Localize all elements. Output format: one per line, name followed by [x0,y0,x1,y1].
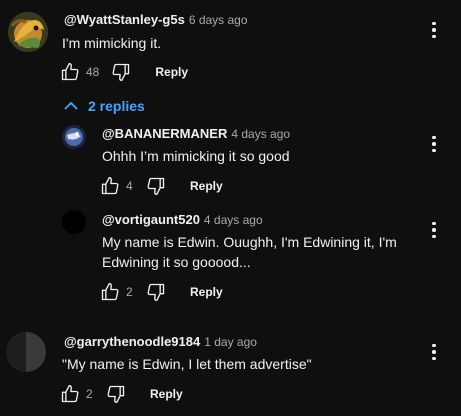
like-button[interactable] [98,280,122,304]
reply-text: Ohhh I’m mimicking it so good [102,148,290,164]
reply-button[interactable]: Reply [150,387,183,401]
replies-count-label: 2 replies [88,98,145,114]
comment-author[interactable]: @WyattStanley-g5s [64,12,185,27]
reply-time[interactable]: 4 days ago [231,127,290,141]
reply-header: @vortigaunt520 4 days ago [102,212,263,227]
comment-actions: 48 Reply [58,60,188,84]
comment-time[interactable]: 6 days ago [189,13,248,27]
replies-toggle-button[interactable]: 2 replies [64,95,145,117]
reply-actions: 4 Reply [98,174,223,198]
dislike-button[interactable] [104,382,128,406]
avatar[interactable] [6,332,46,372]
chevron-up-icon [64,101,78,110]
comment-actions: 2 Reply [58,382,183,406]
comment-text: I'm mimicking it. [62,35,162,51]
lizard-avatar-icon [8,12,48,52]
avatar[interactable] [62,210,86,234]
reply-time[interactable]: 4 days ago [204,213,263,227]
reply-text-line-2: Edwining it so gooood... [102,254,251,270]
reply-header: @BANANERMANER 4 days ago [102,126,290,141]
like-count: 4 [126,179,133,193]
dislike-button[interactable] [109,60,133,84]
comment-author[interactable]: @garrythenoodle9184 [64,334,200,349]
like-count: 2 [126,285,133,299]
avatar[interactable] [8,12,48,52]
like-count: 2 [86,387,93,401]
thumbs-up-icon [61,385,79,403]
reply-button[interactable]: Reply [190,285,223,299]
globe-avatar-icon [62,125,86,149]
comment-header: @WyattStanley-g5s 6 days ago [64,12,248,27]
like-count: 48 [86,65,100,79]
reply-text-line-1: My name is Edwin. Ouughh, I'm Edwining i… [102,234,397,250]
more-actions-icon[interactable] [422,218,446,242]
reply-actions: 2 Reply [98,280,223,304]
dark-avatar-icon [6,332,46,372]
thumbs-down-icon [107,385,125,403]
thumbs-down-icon [112,63,130,82]
like-button[interactable] [58,60,82,84]
like-button[interactable] [58,382,82,406]
avatar[interactable] [62,125,86,149]
thumbs-up-icon [101,283,119,301]
comment-text: "My name is Edwin, I let them advertise" [62,356,312,372]
thumbs-up-icon [61,63,79,81]
dislike-button[interactable] [144,174,168,198]
more-actions-icon[interactable] [422,18,446,42]
dislike-button[interactable] [144,280,168,304]
more-actions-icon[interactable] [422,132,446,156]
more-actions-icon[interactable] [422,340,446,364]
reply-button[interactable]: Reply [155,65,188,79]
reply-author[interactable]: @vortigaunt520 [102,212,200,227]
thumbs-down-icon [147,283,165,301]
thumbs-up-icon [101,177,119,195]
thumbs-down-icon [147,177,165,195]
like-button[interactable] [98,174,122,198]
reply-author[interactable]: @BANANERMANER [102,126,227,141]
comment-time[interactable]: 1 day ago [204,335,257,349]
comment-header: @garrythenoodle9184 1 day ago [64,334,257,349]
reply-button[interactable]: Reply [190,179,223,193]
